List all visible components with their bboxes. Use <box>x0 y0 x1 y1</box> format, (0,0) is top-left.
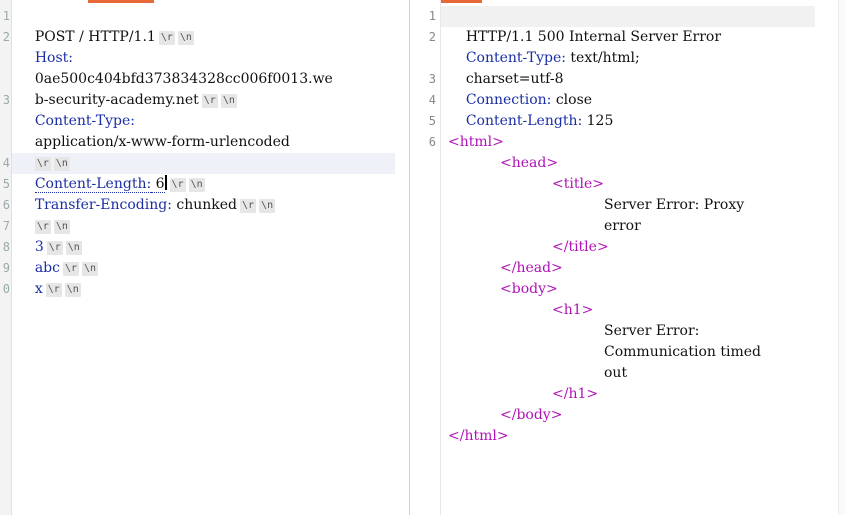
header-content-length[interactable]: Content-Length: 6 \r \n <box>17 153 205 193</box>
response-viewer[interactable]: 1 2 3 4 5 6 HTTP/1.1 500 Internal Server… <box>410 0 845 515</box>
header-content-type-key[interactable]: Content-Type: <box>17 90 135 129</box>
header-connection[interactable]: Connection: close <box>448 69 592 108</box>
header-host-value[interactable]: 0ae500c404bfd373834328cc006f0013.we <box>17 48 333 87</box>
status-line[interactable]: HTTP/1.1 500 Internal Server Error <box>448 6 721 45</box>
body-extra[interactable]: x \r \n <box>17 258 81 297</box>
header-content-type-cont[interactable]: charset=utf-8 <box>448 48 564 87</box>
html-close-tag[interactable]: </html> <box>448 426 509 447</box>
body-open-tag[interactable]: <body> <box>448 279 558 300</box>
h1-text-cont-2[interactable]: out <box>448 363 627 384</box>
body-chunk-size[interactable]: 3 \r \n <box>17 216 82 255</box>
body-chunk-data[interactable]: abc \r \n <box>17 237 99 276</box>
html-open-tag[interactable]: <html> <box>448 132 504 153</box>
head-close-tag[interactable]: </head> <box>448 258 563 279</box>
title-close-tag[interactable]: </title> <box>448 237 609 258</box>
request-editor[interactable]: 1 2 3 4 5 6 7 8 9 0 POST / HTTP/1.1 \r \n … <box>0 0 409 515</box>
header-content-type[interactable]: Content-Type: text/html; <box>448 27 640 66</box>
title-text[interactable]: Server Error: Proxy <box>448 195 744 216</box>
header-host-key[interactable]: Host: <box>17 27 73 66</box>
header-content-type-value[interactable]: application/x-www-form-urlencoded <box>17 111 290 150</box>
response-gutter: 1 2 3 4 5 6 <box>410 0 441 515</box>
body-close-tag[interactable]: </body> <box>448 405 562 426</box>
h1-open-tag[interactable]: <h1> <box>448 300 593 321</box>
header-content-length[interactable]: Content-Length: 125 <box>448 90 614 129</box>
request-tab-indicator <box>88 0 154 3</box>
h1-close-tag[interactable]: </h1> <box>448 384 598 405</box>
title-open-tag[interactable]: <title> <box>448 174 604 195</box>
title-text-cont[interactable]: error <box>448 216 641 237</box>
response-scrollbar[interactable] <box>838 0 845 515</box>
h1-text[interactable]: Server Error: <box>448 321 699 342</box>
header-host-value-cont[interactable]: b-security-academy.net \r \n <box>17 69 237 108</box>
header-transfer-encoding[interactable]: Transfer-Encoding: chunked \r \n <box>17 174 276 213</box>
request-line[interactable]: POST / HTTP/1.1 \r \n <box>17 6 194 45</box>
crlf-line[interactable]: \r \n <box>17 195 70 234</box>
head-open-tag[interactable]: <head> <box>448 153 558 174</box>
request-gutter: 1 2 3 4 5 6 7 8 9 0 <box>0 0 12 515</box>
h1-text-cont[interactable]: Communication timed <box>448 342 761 363</box>
crlf-line[interactable]: \r \n <box>17 132 70 171</box>
